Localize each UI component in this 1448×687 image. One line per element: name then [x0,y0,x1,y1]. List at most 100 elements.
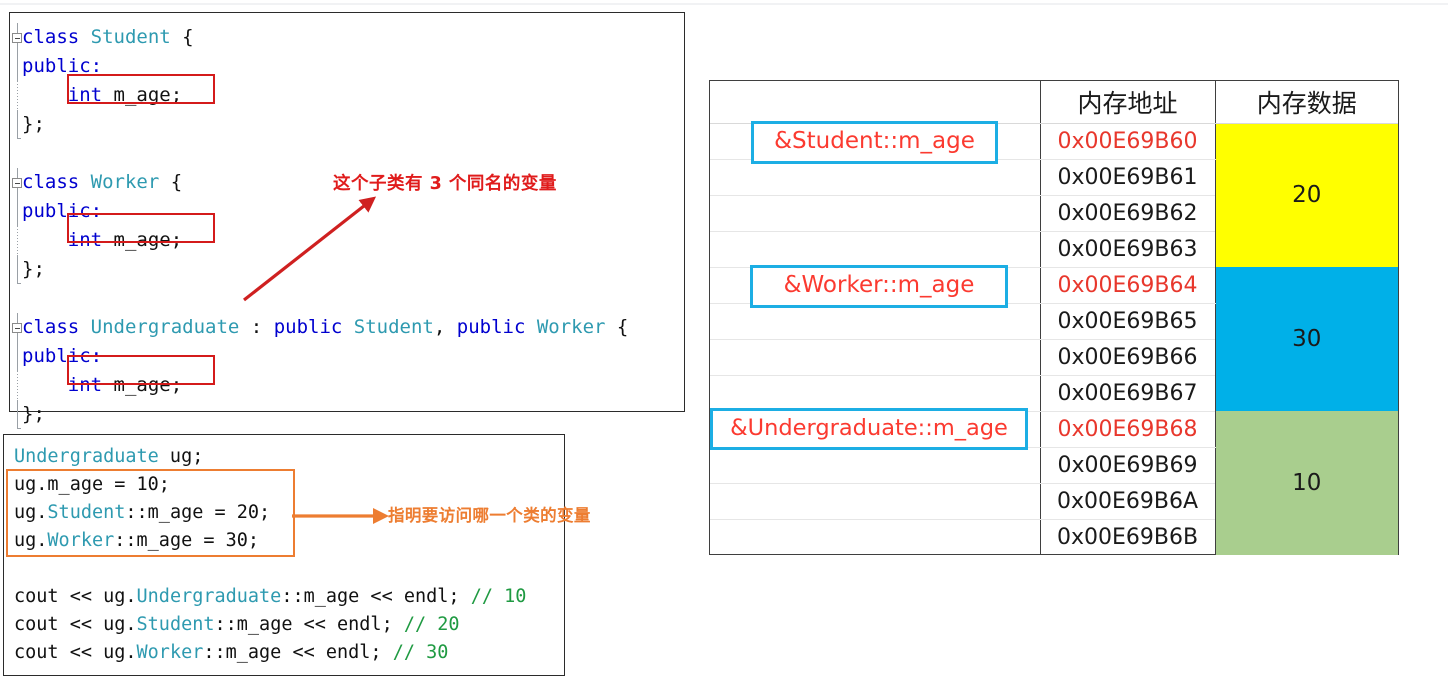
code-fold-guide-line [16,197,18,226]
code-token: int [67,374,103,396]
member-label-cell [710,483,1040,520]
code-token: // 30 [392,642,449,663]
code-token: cout << ug. [14,642,137,663]
code-token: ug; [158,446,204,467]
code-line: Undergraduate ug; [4,443,564,471]
code-fold-guide-line [16,110,21,139]
code-token: Worker [47,530,115,551]
code-token: : [239,316,274,338]
code-line: ug.Worker::m_age = 30; [4,527,564,555]
code-fold-guide-line [16,52,18,81]
code-fold-guide-line [16,342,18,371]
code-line: public: [10,342,684,371]
code-line [10,139,684,168]
memory-address-cell: 0x00E69B65 [1039,303,1215,340]
code-token: ug. [14,502,48,523]
code-line: }; [10,110,684,139]
code-line [4,555,564,583]
code-token: Undergraduate [136,586,282,607]
code-token: ug. [14,530,48,551]
code-token: class [22,26,91,48]
member-label-cell [710,447,1040,484]
table-header-row: 内存地址 内存数据 [710,81,1398,124]
member-label-cell [710,231,1040,268]
memory-address-cell: 0x00E69B60 [1039,123,1215,160]
code-token: ::m_age << endl; [214,614,404,635]
collapse-minus-icon[interactable] [12,322,22,333]
memory-data-block: 10 [1214,411,1398,555]
code-line: public: [10,52,684,81]
code-line: class Undergraduate : public Student, pu… [10,313,684,342]
code-token: }; [22,258,45,280]
usage-code-lines: Undergraduate ug; ug.m_age = 10; ug.Studen… [4,443,564,667]
table-row: &Worker::m_age 0x00E69B64 30 [710,264,1398,411]
code-token: cout << ug. [14,586,137,607]
member-label-cell [710,519,1040,555]
usage-code-block: Undergraduate ug; ug.m_age = 10; ug.Studen… [3,434,565,676]
code-token: , [433,316,457,338]
table-row: &Student::m_age 0x00E69B60 20 [710,120,1398,267]
code-line: int m_age; [10,371,684,400]
member-pointer-chip: &Student::m_age [751,120,998,164]
code-token: public: [22,345,103,367]
code-token: Worker [90,171,160,193]
member-label-cell [710,375,1040,412]
collapse-minus-icon[interactable] [12,177,22,188]
memory-address-cell: 0x00E69B62 [1039,195,1215,232]
code-token: class [22,171,91,193]
code-token: Student [47,502,126,523]
memory-address-cell: 0x00E69B6A [1039,483,1215,520]
code-token: { [159,171,183,193]
memory-address-cell: 0x00E69B68 [1039,411,1215,448]
code-line: int m_age; [10,81,684,110]
code-fold-guide-line [16,81,18,110]
column-header-address: 内存地址 [1039,81,1215,124]
member-label-cell [710,159,1040,196]
column-header-data: 内存数据 [1214,81,1398,124]
memory-address-cell: 0x00E69B66 [1039,339,1215,376]
code-token: public: [22,55,103,77]
code-line: }; [10,255,684,284]
code-token: Student [136,614,215,635]
code-token: cout << ug. [14,614,137,635]
code-token: m_age; [102,374,183,396]
code-token: Worker [536,316,606,338]
code-line: int m_age; [10,226,684,255]
class-declarations-lines: class Student { public: int m_age;}; clas… [10,23,684,429]
member-label-cell [710,339,1040,376]
code-token: ::m_age = 20; [125,502,271,523]
class-declarations-code-block: class Student { public: int m_age;}; clas… [9,12,685,429]
memory-address-cell: 0x00E69B67 [1039,375,1215,412]
code-line: class Student { [10,23,684,52]
code-token: ::m_age << endl; [281,586,471,607]
code-line: cout << ug.Student::m_age << endl; // 20 [4,611,564,639]
code-token: }; [22,113,45,135]
code-token: m_age; [102,229,183,251]
memory-address-cell: 0x00E69B63 [1039,231,1215,268]
code-token: Undergraduate [14,446,159,467]
top-divider-rule [0,3,1448,5]
memory-layout-table: 内存地址 内存数据 &Student::m_age 0x00E69B60 20 0x00E… [709,80,1399,555]
code-fold-guide-line [16,371,18,400]
code-line [10,284,684,313]
code-fold-guide-line [16,226,18,255]
member-label-cell: &Worker::m_age [710,264,1040,308]
code-token: public [456,316,526,338]
code-token: public: [22,200,103,222]
code-token: Student [90,26,171,48]
code-token: { [605,316,629,338]
collapse-minus-icon[interactable] [12,32,22,43]
member-label-cell [710,195,1040,232]
code-token: public [273,316,343,338]
member-pointer-chip: &Worker::m_age [750,264,1008,308]
code-token: class [22,316,91,338]
code-token: ::m_age << endl; [203,642,393,663]
